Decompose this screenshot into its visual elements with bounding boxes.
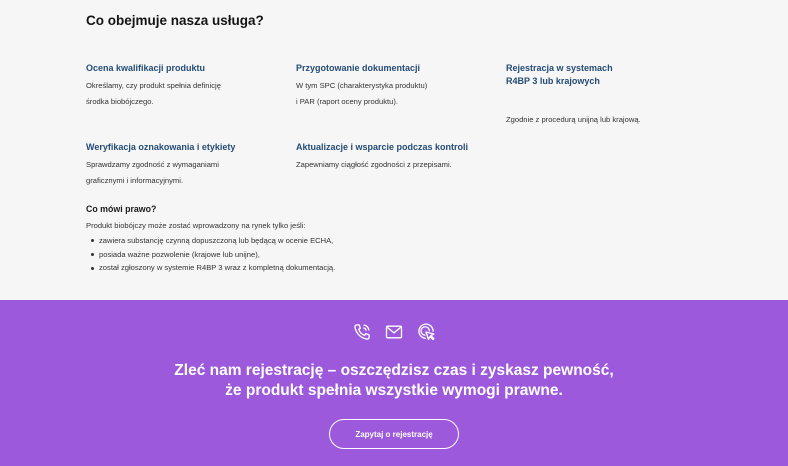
feature-description: Zgodnie z procedurą unijną lub krajową. [506, 112, 706, 128]
feature-description: Zapewniamy ciągłość zgodności z przepisa… [296, 157, 496, 173]
feature-product-qualification: Ocena kwalifikacji produktu Określamy, c… [86, 62, 286, 109]
feature-description-line: W tym SPC (charakterystyka produktu) [296, 81, 428, 90]
law-title: Co mówi prawo? [86, 204, 157, 214]
law-block: Co mówi prawo? Produkt biobójczy może zo… [86, 203, 506, 275]
feature-description-line: i PAR (raport oceny produktu). [296, 96, 398, 106]
law-intro: Produkt biobójczy może zostać wprowadzon… [86, 221, 306, 230]
feature-registration-systems: Rejestracja w systemach R4BP 3 lub krajo… [506, 62, 706, 128]
law-list: zawiera substancję czynną dopuszczoną lu… [86, 234, 506, 275]
feature-description-line: Określamy, czy produkt spełnia definicję [86, 81, 221, 90]
feature-updates-support: Aktualizacje i wsparcie podczas kontroli… [296, 141, 496, 173]
services-section: Co obejmuje nasza usługa? Ocena kwalifik… [0, 0, 788, 300]
feature-title-line: Rejestracja w systemach [506, 63, 613, 73]
page: Co obejmuje nasza usługa? Ocena kwalifik… [0, 0, 788, 466]
feature-title: Przygotowanie dokumentacji [296, 63, 421, 73]
feature-title: Aktualizacje i wsparcie podczas kontroli [296, 142, 469, 152]
contact-icons [352, 322, 436, 342]
feature-description: Określamy, czy produkt spełnia definicję… [86, 78, 286, 109]
cta-banner: Zleć nam rejestrację – oszczędzisz czas … [0, 300, 788, 466]
feature-description-line: Zapewniamy ciągłość zgodności z przepisa… [296, 160, 452, 169]
feature-label-verification: Weryfikacja oznakowania i etykiety Spraw… [86, 141, 286, 188]
law-list-item: posiada ważne pozwolenie (krajowe lub un… [86, 248, 506, 262]
feature-title-line: R4BP 3 lub krajowych [506, 76, 600, 86]
feature-title: Weryfikacja oznakowania i etykiety [86, 142, 236, 152]
phone-icon[interactable] [352, 322, 372, 342]
feature-description: W tym SPC (charakterystyka produktu) i P… [296, 78, 496, 109]
feature-title: Ocena kwalifikacji produktu [86, 63, 206, 73]
section-heading: Co obejmuje nasza usługa? [86, 13, 264, 28]
feature-documentation: Przygotowanie dokumentacji W tym SPC (ch… [296, 62, 496, 109]
cta-headline-line-1: Zleć nam rejestrację – oszczędzisz czas … [174, 362, 614, 379]
feature-description-line: środka biobójczego. [86, 96, 154, 106]
mail-icon[interactable] [384, 322, 404, 342]
click-cursor-icon[interactable] [416, 322, 436, 342]
law-list-item: zawiera substancję czynną dopuszczoną lu… [86, 234, 506, 248]
feature-description-line: graficznymi i informacyjnymi. [86, 175, 184, 185]
feature-title: Rejestracja w systemach R4BP 3 lub krajo… [506, 62, 706, 88]
ask-registration-button[interactable]: Zapytaj o rejestrację [329, 419, 459, 449]
cta-headline-line-2: że produkt spełnia wszystkie wymogi praw… [225, 382, 563, 399]
feature-description-line: Zgodnie z procedurą unijną lub krajową. [506, 115, 641, 124]
feature-description-line: Sprawdzamy zgodność z wymaganiami [86, 160, 219, 169]
feature-description: Sprawdzamy zgodność z wymaganiami grafic… [86, 157, 286, 188]
law-list-item: został zgłoszony w systemie R4BP 3 wraz … [86, 261, 506, 275]
